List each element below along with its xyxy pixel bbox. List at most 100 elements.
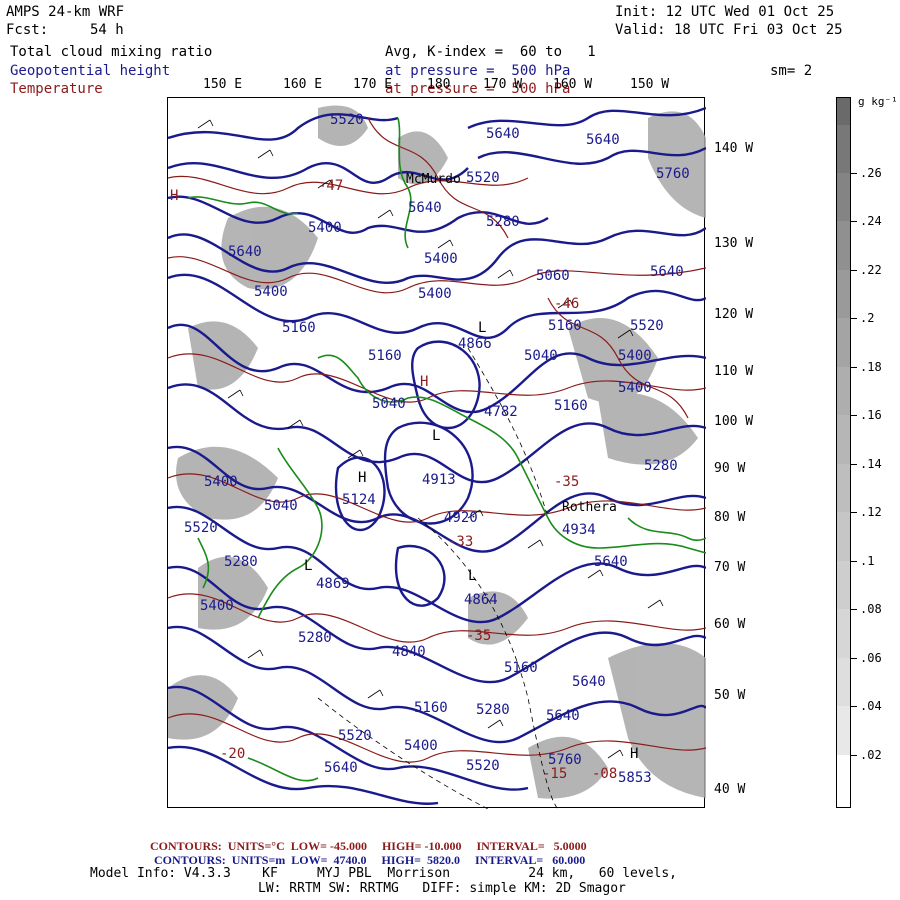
temp-label: -47 <box>318 178 344 194</box>
field-height-label: Geopotential height <box>10 63 171 79</box>
colorbar-cell <box>836 512 851 561</box>
height-label: 5040 <box>264 498 298 514</box>
height-label: 4934 <box>562 522 596 538</box>
model-title: AMPS 24-km WRF <box>6 4 125 20</box>
colorbar-label: .06 <box>860 651 882 665</box>
map-panel: 5520 5640 5640 5520 5640 5760 5400 5640 … <box>167 97 706 809</box>
height-label: 5160 <box>368 348 402 364</box>
height-label: 5400 <box>424 251 458 267</box>
height-label: 5853 <box>618 770 652 786</box>
temp-label: -15 <box>542 766 568 782</box>
colorbar-label: .26 <box>860 166 882 180</box>
height-label: 5520 <box>466 758 500 774</box>
colorbar-tick <box>851 512 857 513</box>
temp-label: -20 <box>220 746 246 762</box>
forecast-hour: 54 h <box>90 22 124 38</box>
colorbar-tick <box>851 367 857 368</box>
station-label-mcmurdo: McMurdo <box>406 172 461 187</box>
lon-label: 180 <box>427 77 451 92</box>
colorbar-tick <box>851 464 857 465</box>
height-label: 5280 <box>224 554 258 570</box>
height-label: 4913 <box>422 472 456 488</box>
temp-label: -35 <box>554 474 580 490</box>
colorbar-cell <box>836 270 851 318</box>
lon-label-right: 70 W <box>714 560 746 575</box>
height-label: 5640 <box>650 264 684 280</box>
model-info-physics: LW: RRTM SW: RRTMG DIFF: simple KM: 2D S… <box>258 881 626 896</box>
height-label: 5640 <box>408 200 442 216</box>
height-label: 5160 <box>282 320 316 336</box>
colorbar-tick <box>851 609 857 610</box>
height-label: 5160 <box>554 398 588 414</box>
lon-label-right: 60 W <box>714 617 746 632</box>
height-label: 4866 <box>458 336 492 352</box>
height-label: 5400 <box>200 598 234 614</box>
high-marker: H <box>170 188 179 204</box>
colorbar-tick <box>851 173 857 174</box>
lon-label-right: 100 W <box>714 414 754 429</box>
field-temp-label: Temperature <box>10 81 103 97</box>
model-info: Model Info: V4.3.3 KF MYJ PBL Morrison 2… <box>90 866 677 881</box>
smoothing-label: sm= 2 <box>770 63 813 79</box>
height-label: 5400 <box>618 380 652 396</box>
colorbar-label: .24 <box>860 214 882 228</box>
height-label: 5040 <box>372 396 406 412</box>
height-label: 5640 <box>594 554 628 570</box>
colorbar-cell <box>836 561 851 609</box>
colorbar-label: .04 <box>860 699 882 713</box>
height-label: 5520 <box>630 318 664 334</box>
colorbar-cell <box>836 173 851 221</box>
height-label: 5640 <box>486 126 520 142</box>
height-label: 5280 <box>486 214 520 230</box>
height-label: 5160 <box>504 660 538 676</box>
height-label: 5520 <box>466 170 500 186</box>
height-label: 5400 <box>404 738 438 754</box>
height-label: 5640 <box>324 760 358 776</box>
colorbar-tick <box>851 318 857 319</box>
high-marker: H <box>630 746 639 762</box>
lon-label-right: 80 W <box>714 510 746 525</box>
temp-label: -33 <box>448 534 474 550</box>
colorbar-cell <box>836 221 851 270</box>
height-label: 5040 <box>524 348 558 364</box>
init-time: Init: 12 UTC Wed 01 Oct 25 <box>615 4 835 20</box>
low-marker: L <box>468 568 477 584</box>
height-label: 5280 <box>298 630 332 646</box>
height-label: 5640 <box>586 132 620 148</box>
colorbar-label: .1 <box>860 554 875 568</box>
low-marker: L <box>432 428 441 444</box>
height-label: 5280 <box>644 458 678 474</box>
height-label: 5060 <box>536 268 570 284</box>
avg-k-index: Avg, K-index = 60 to 1 <box>385 44 596 60</box>
colorbar-cell <box>836 464 851 512</box>
height-label: 5400 <box>204 474 238 490</box>
lon-label: 170 E <box>353 77 393 92</box>
height-label: 5160 <box>414 700 448 716</box>
height-label: 4864 <box>464 592 498 608</box>
height-label: 5400 <box>308 220 342 236</box>
temp-label: -46 <box>554 296 580 312</box>
lon-label: 160 W <box>553 77 593 92</box>
lon-label: 160 E <box>283 77 323 92</box>
lon-label-right: 140 W <box>714 141 754 156</box>
station-label-rothera: Rothera <box>562 500 617 515</box>
lon-label: 150 W <box>630 77 670 92</box>
colorbar-label: .12 <box>860 505 882 519</box>
colorbar-tick <box>851 658 857 659</box>
lon-label-right: 50 W <box>714 688 746 703</box>
height-label: 5400 <box>618 348 652 364</box>
temp-label: -08 <box>592 766 618 782</box>
colorbar-label: .02 <box>860 748 882 762</box>
colorbar-cell <box>836 97 851 125</box>
pressure-height: at pressure = 500 hPa <box>385 63 571 79</box>
colorbar-tick <box>851 755 857 756</box>
field-cloud-label: Total cloud mixing ratio <box>10 44 213 60</box>
high-marker: H <box>420 374 429 390</box>
colorbar-tick <box>851 270 857 271</box>
colorbar-cell <box>836 755 851 808</box>
low-marker: L <box>304 558 313 574</box>
forecast-label: Fcst: <box>6 22 49 38</box>
height-label: 5640 <box>572 674 606 690</box>
colorbar-label: .16 <box>860 408 882 422</box>
height-label: 5640 <box>228 244 262 260</box>
